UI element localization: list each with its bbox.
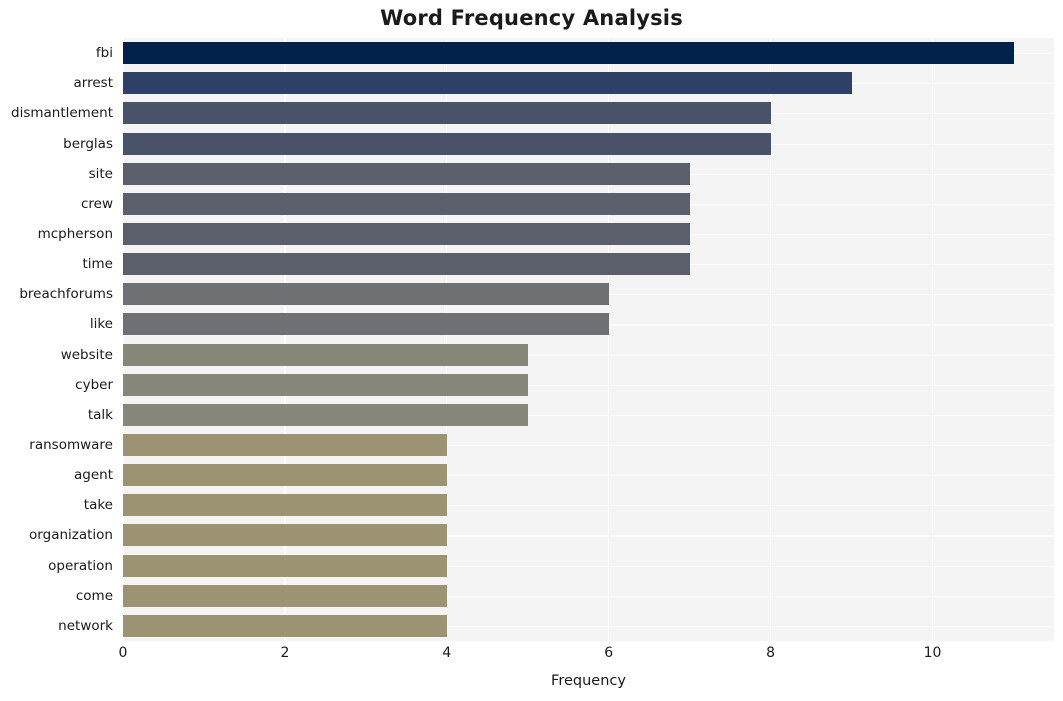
y-tick-label: talk <box>87 406 113 423</box>
y-tick-label: breachforums <box>19 286 113 303</box>
bar <box>123 102 771 125</box>
y-tick-label: agent <box>74 467 113 484</box>
x-tick-label: 10 <box>923 645 942 661</box>
bar <box>123 283 609 306</box>
y-tick-label: berglas <box>63 135 113 152</box>
x-gridline <box>123 38 124 641</box>
bar <box>123 343 528 366</box>
x-axis-label: Frequency <box>551 673 626 689</box>
bar <box>123 524 447 547</box>
y-tick-label: network <box>58 617 113 634</box>
x-tick-label: 8 <box>766 645 776 661</box>
x-gridline <box>608 38 610 641</box>
y-tick-label: like <box>89 316 113 333</box>
y-tick-label: crew <box>80 195 113 212</box>
bar <box>123 554 447 577</box>
y-tick-label: ransomware <box>29 437 113 454</box>
plot-area <box>123 38 1054 641</box>
bar <box>123 192 690 215</box>
x-gridline <box>284 38 286 641</box>
x-gridline <box>446 38 448 641</box>
bar <box>123 434 447 457</box>
x-axis-tick-labels: 0 2 4 6 8 10 <box>0 645 1063 669</box>
bar <box>123 464 447 487</box>
bar <box>123 72 852 95</box>
bar <box>123 253 690 276</box>
y-tick-label: site <box>88 165 113 182</box>
bar <box>123 162 690 185</box>
y-tick-label: take <box>83 497 113 514</box>
bar <box>123 403 528 426</box>
y-tick-label: arrest <box>73 75 113 92</box>
chart-title: Word Frequency Analysis <box>380 6 683 30</box>
x-gridline <box>770 38 772 641</box>
bar <box>123 132 771 155</box>
bar <box>123 584 447 607</box>
y-tick-label: cyber <box>75 376 113 393</box>
y-tick-label: website <box>60 346 113 363</box>
y-tick-label: operation <box>48 557 113 574</box>
bar <box>123 494 447 517</box>
x-tick-label: 0 <box>118 645 128 661</box>
y-axis-tick-labels: fbi arrest dismantlement berglas site crew mcp… <box>0 38 113 641</box>
y-tick-label: come <box>75 587 113 604</box>
y-tick-label: dismantlement <box>11 105 113 122</box>
y-tick-label: organization <box>29 527 113 544</box>
x-gridline <box>931 38 934 641</box>
x-tick-label: 6 <box>604 645 614 661</box>
bar <box>123 313 609 336</box>
y-tick-label: mcpherson <box>37 225 113 242</box>
x-tick-label: 2 <box>280 645 290 661</box>
bar <box>123 42 1014 65</box>
bar <box>123 614 447 637</box>
bar <box>123 373 528 396</box>
y-tick-label: time <box>82 256 113 273</box>
y-tick-label: fbi <box>95 45 113 62</box>
bar <box>123 222 690 245</box>
word-frequency-chart: Word Frequency Analysis fbi arrest dismant… <box>0 0 1063 701</box>
x-tick-label: 4 <box>442 645 452 661</box>
